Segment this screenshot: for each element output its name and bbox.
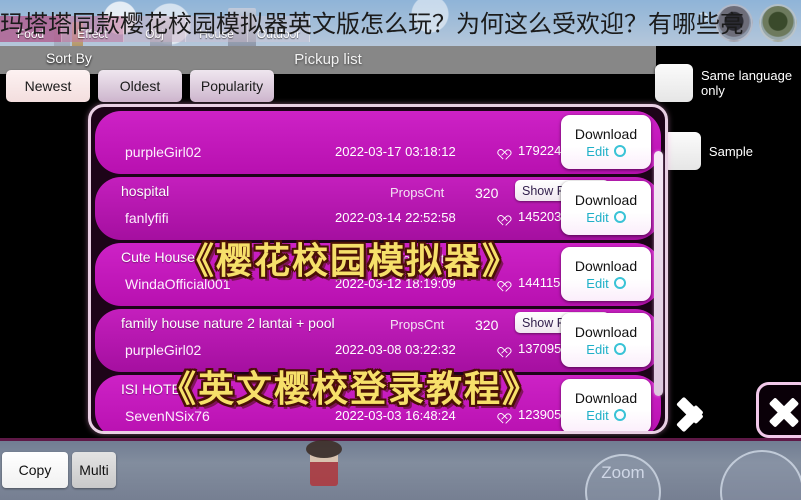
same-language-checkbox[interactable] [655,64,693,102]
row-props-label: PropsCnt [390,317,445,332]
download-button[interactable]: Download Edit [561,379,651,431]
download-label: Download [574,257,638,274]
bottom-bar: Copy Multi Zoom [0,438,801,500]
edit-label: Edit [586,341,609,357]
download-label: Download [574,191,638,208]
edit-label: Edit [586,275,609,291]
download-label: Download [574,125,638,142]
row-date: 2022-03-14 22:52:58 [335,210,456,225]
sort-button-popularity[interactable]: Popularity [190,70,274,102]
row-props-count: 320 [475,185,499,201]
overlay-title-line1: 《樱花校园模拟器》 [178,240,521,281]
edit-button[interactable]: Edit [586,407,626,423]
edit-button[interactable]: Edit [586,341,626,357]
row-author: purpleGirl02 [125,144,202,160]
row-name: family house nature 2 lantai + pool [121,315,335,331]
sample-checkbox[interactable] [662,132,701,170]
table-row[interactable]: hospital fanlyfifi PropsCnt 320 Show Pro… [95,177,661,240]
chevron-right-icon[interactable] [676,387,710,433]
download-label: Download [574,323,638,340]
row-author: fanlyfifi [125,210,169,226]
row-name: hospital [121,183,170,199]
edit-label: Edit [586,407,609,423]
app-root: Food Effect Obj House Outdoor ? Pickup l… [0,0,801,500]
circle-icon [613,409,626,421]
edit-label: Edit [586,209,609,225]
download-button[interactable]: Download Edit [561,115,651,169]
heart-icon [501,211,514,223]
edit-label: Edit [586,143,609,159]
copy-button[interactable]: Copy [2,452,68,488]
row-author: purpleGirl02 [125,342,202,358]
option-sample[interactable]: Sample [662,132,753,170]
circle-icon [613,343,626,355]
download-button[interactable]: Download Edit [561,313,651,367]
table-row[interactable]: purpleGirl02 2022-03-17 03:18:12 1792245… [95,111,661,174]
sort-button-oldest[interactable]: Oldest [98,70,182,102]
sort-buttons-group: Newest Oldest Popularity [6,70,274,102]
joystick-button[interactable] [720,450,801,500]
overlay-title-line2: 《英文樱校登录教程》 [160,368,541,409]
edit-button[interactable]: Edit [586,209,626,225]
heart-icon [501,145,514,157]
row-date: 2022-03-17 03:18:12 [335,144,456,159]
edit-button[interactable]: Edit [586,275,626,291]
row-props-label: PropsCnt [390,185,445,200]
header-overlay-text: 玛塔塔同款樱花校园模拟器英文版怎么玩？为何这么受欢迎？有哪些亮 [0,10,744,38]
row-likes: 1370952 [501,341,569,356]
circle-icon [613,145,626,157]
sample-label: Sample [708,143,753,159]
row-props-count: 320 [475,317,499,333]
row-likes: 1452038 [501,209,569,224]
download-label: Download [574,389,638,406]
edit-button[interactable]: Edit [586,143,626,159]
download-button[interactable]: Download Edit [561,247,651,301]
sort-by-label: Sort By [46,50,92,66]
row-likes: 1792245 [501,143,569,158]
row-date: 2022-03-08 03:22:32 [335,342,456,357]
close-icon[interactable] [756,382,801,438]
circle-icon [613,211,626,223]
sort-button-newest[interactable]: Newest [6,70,90,102]
list-scrollbar[interactable] [654,151,663,396]
option-same-language-only[interactable]: Same language only [655,64,795,102]
zoom-button[interactable]: Zoom [585,454,661,500]
download-button[interactable]: Download Edit [561,181,651,235]
multi-button[interactable]: Multi [72,452,116,488]
same-language-label: Same language only [701,68,793,98]
circle-icon [613,277,626,289]
heart-icon [501,343,514,355]
